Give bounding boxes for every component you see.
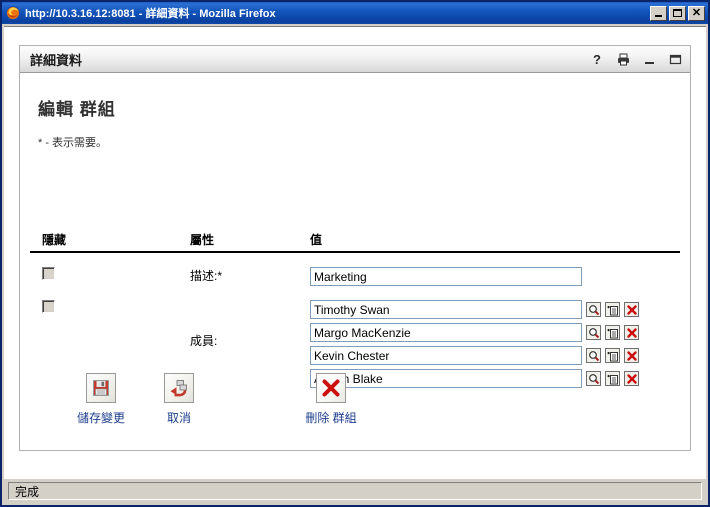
firefox-icon	[5, 5, 21, 21]
remove-icon[interactable]	[624, 325, 639, 340]
value-cell	[310, 267, 680, 286]
details-panel: 詳細資料 ? 編輯 群組 * - 表示需要。 隱藏 屬性 值 描述:* Mark…	[19, 45, 691, 451]
panel-header: 詳細資料 ?	[20, 46, 690, 73]
print-icon[interactable]	[616, 52, 630, 66]
member-input[interactable]	[310, 300, 582, 319]
close-button[interactable]: ✕	[688, 5, 705, 21]
remove-icon[interactable]	[624, 371, 639, 386]
page-title: 編輯 群組	[38, 100, 116, 119]
remove-icon[interactable]	[624, 348, 639, 363]
table-header-row: 隱藏 屬性 值	[30, 218, 680, 253]
lookup-icon[interactable]	[586, 371, 601, 386]
status-text: 完成	[8, 482, 702, 500]
close-icon: ✕	[691, 6, 702, 19]
minimize-button[interactable]	[650, 5, 667, 21]
cancel-label: 取消	[166, 411, 191, 425]
add-entry-icon[interactable]	[605, 325, 620, 340]
delete-x-icon	[316, 373, 346, 403]
attribute-label-members: 成員:	[190, 334, 218, 348]
member-row	[310, 300, 680, 319]
undo-arrow-icon	[164, 373, 194, 403]
panel-maximize-icon[interactable]	[668, 52, 682, 66]
column-header-attribute: 屬性	[190, 233, 215, 247]
panel-title: 詳細資料	[30, 52, 83, 68]
member-input[interactable]	[310, 323, 582, 342]
hide-checkbox-description[interactable]	[42, 267, 55, 280]
save-changes-label: 儲存變更	[76, 411, 125, 425]
remove-icon[interactable]	[624, 302, 639, 317]
browser-window: http://10.3.16.12:8081 - 詳細資料 - Mozilla …	[0, 0, 710, 507]
window-title: http://10.3.16.12:8081 - 詳細資料 - Mozilla …	[25, 8, 276, 20]
description-input[interactable]	[310, 267, 582, 286]
save-changes-button[interactable]: 儲存變更	[62, 373, 140, 426]
panel-tools: ?	[590, 52, 682, 67]
column-header-hide: 隱藏	[42, 233, 67, 247]
help-icon[interactable]: ?	[590, 52, 604, 67]
save-floppy-icon	[86, 373, 116, 403]
hide-checkbox-members[interactable]	[42, 300, 55, 313]
hide-cell	[30, 267, 190, 283]
column-header-value: 值	[310, 233, 323, 247]
required-note: * - 表示需要。	[38, 137, 108, 149]
action-bar: 儲存變更 取消 刪除 群組	[62, 373, 370, 426]
delete-group-button[interactable]: 刪除 群組	[292, 373, 370, 426]
lookup-icon[interactable]	[586, 325, 601, 340]
add-entry-icon[interactable]	[605, 371, 620, 386]
add-entry-icon[interactable]	[605, 348, 620, 363]
hide-cell	[30, 300, 190, 316]
member-input[interactable]	[310, 346, 582, 365]
window-controls: ✕	[650, 5, 706, 21]
browser-viewport: 詳細資料 ? 編輯 群組 * - 表示需要。 隱藏 屬性 值 描述:* Mark…	[4, 26, 706, 481]
panel-body: 編輯 群組 * - 表示需要。 隱藏 屬性 值 描述:* Marketing 成…	[20, 73, 690, 450]
attributes-table: 隱藏 屬性 值 描述:* Marketing 成員: Timothy Swan …	[30, 218, 680, 392]
delete-group-label: 刪除 群組	[305, 411, 357, 425]
maximize-button[interactable]	[669, 5, 686, 21]
status-bar: 完成	[4, 479, 706, 503]
lookup-icon[interactable]	[586, 348, 601, 363]
window-titlebar: http://10.3.16.12:8081 - 詳細資料 - Mozilla …	[2, 2, 708, 24]
member-row	[310, 323, 680, 342]
attribute-label-description: 描述:*	[190, 269, 223, 283]
add-entry-icon[interactable]	[605, 302, 620, 317]
table-row: 描述:*	[30, 253, 680, 286]
panel-minimize-icon[interactable]	[642, 52, 656, 66]
member-row	[310, 346, 680, 365]
cancel-button[interactable]: 取消	[140, 373, 218, 426]
lookup-icon[interactable]	[586, 302, 601, 317]
